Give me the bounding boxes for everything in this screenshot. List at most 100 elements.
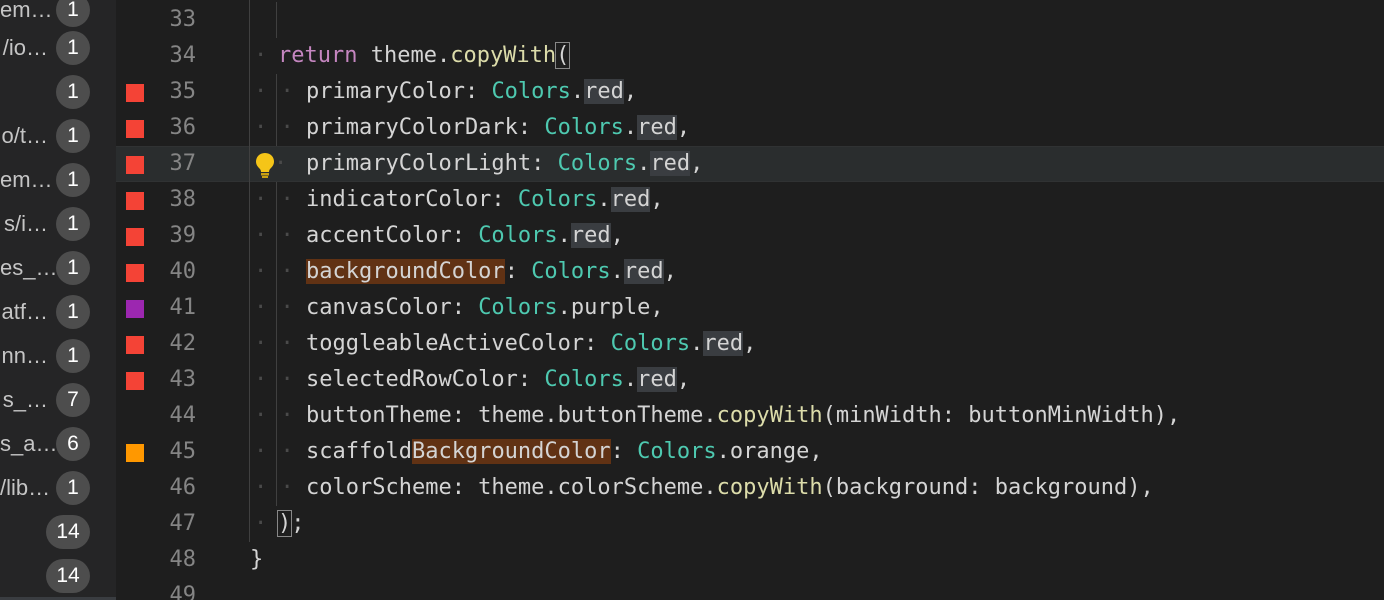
code-class: Colors (517, 187, 598, 212)
list-item[interactable]: es_… 1 (0, 246, 116, 290)
code-class: Colors (491, 79, 571, 104)
code-line[interactable]: 47 · ); (116, 506, 1384, 542)
code-comma: , (650, 295, 664, 320)
code-member: purple (570, 295, 651, 320)
code-line[interactable]: 44 · · buttonTheme: theme.buttonTheme.co… (116, 398, 1384, 434)
code-line[interactable]: 43 · · selectedRowColor: Colors.red, (116, 362, 1384, 398)
whitespace-dots: · · (254, 187, 307, 212)
code-property: primaryColorDark: (306, 115, 545, 140)
code-line[interactable]: 48 } (116, 542, 1384, 578)
problem-count-badge: 1 (56, 119, 90, 153)
line-number: 40 (169, 259, 197, 284)
code-editor[interactable]: 33 34 · return theme.copyWith( 35 · · pr… (116, 0, 1384, 600)
code-class: Colors (478, 295, 558, 320)
code-text: toggleableActiveColor: Colors.red, (306, 326, 756, 362)
whitespace-dots: · · (254, 223, 307, 248)
list-item[interactable]: 14 (0, 510, 116, 554)
code-dot: . (557, 223, 571, 248)
problem-count-badge: 1 (56, 251, 90, 285)
whitespace-dots: · (254, 511, 281, 536)
code-line[interactable]: 49 (116, 578, 1384, 600)
line-number: 46 (169, 475, 197, 500)
code-line[interactable]: 34 · return theme.copyWith( (116, 38, 1384, 74)
whitespace-dots: · (274, 151, 301, 176)
code-class: Colors (478, 223, 558, 248)
line-number: 39 (169, 223, 197, 248)
code-text: accentColor: Colors.red, (306, 218, 624, 254)
file-name (0, 70, 48, 114)
code-class: Colors (544, 367, 624, 392)
list-item[interactable]: s_… 7 (0, 378, 116, 422)
code-class: Colors (557, 151, 638, 176)
list-item[interactable]: 14 (0, 554, 116, 598)
code-line[interactable]: 42 · · toggleableActiveColor: Colors.red… (116, 326, 1384, 362)
code-dot: . (570, 79, 585, 104)
code-line[interactable]: 36 · · primaryColorDark: Colors.red, (116, 110, 1384, 146)
whitespace-dots: · · (254, 115, 307, 140)
code-dot: . (637, 151, 651, 176)
problem-count-badge: 1 (56, 163, 90, 197)
problem-count-badge: 1 (56, 0, 90, 27)
code-word-highlight: red (703, 331, 744, 356)
list-item[interactable]: atf… 1 (0, 290, 116, 334)
line-number: 44 (169, 403, 197, 428)
file-name: nn… (1, 343, 48, 368)
file-name (0, 510, 48, 554)
list-item[interactable]: s_a… 6 (0, 422, 116, 466)
whitespace-dots: · (254, 43, 281, 68)
code-comma: , (623, 79, 638, 104)
problem-count-badge: 14 (46, 515, 90, 549)
line-number: 37 (169, 151, 197, 176)
code-comma: , (676, 367, 691, 392)
line-number: 48 (169, 547, 197, 572)
line-number: 41 (169, 295, 197, 320)
problem-count-badge: 7 (56, 383, 90, 417)
code-word-highlight: red (570, 223, 611, 248)
code-word-highlight: red (584, 79, 624, 104)
code-colon: : (610, 439, 638, 464)
code-dot: . (557, 295, 571, 320)
code-line-current[interactable]: 37 · primaryColorLight: Colors.red, (116, 146, 1384, 182)
file-name: s_a… (0, 431, 58, 456)
code-line[interactable]: 45 · · scaffoldBackgroundColor: Colors.o… (116, 434, 1384, 470)
whitespace-dots: · · (254, 331, 307, 356)
whitespace-dots: · · (254, 259, 307, 284)
bracket-match: ) (276, 510, 293, 537)
code-property: primaryColorLight: (306, 151, 558, 176)
code-line[interactable]: 35 · · primaryColor: Colors.red, (116, 74, 1384, 110)
code-class: Colors (637, 439, 717, 464)
code-text: return theme.copyWith( (278, 38, 571, 74)
list-item[interactable]: em… 1 (0, 158, 116, 202)
code-line[interactable]: 46 · · colorScheme: theme.colorScheme.co… (116, 470, 1384, 506)
line-number: 38 (169, 187, 197, 212)
code-line[interactable]: 39 · · accentColor: Colors.red, (116, 218, 1384, 254)
code-comma: , (676, 115, 691, 140)
code-property: canvasColor: (306, 295, 479, 320)
code-text: } (250, 547, 264, 572)
list-item[interactable]: o/t… 1 (0, 114, 116, 158)
whitespace-dots: · · (254, 295, 307, 320)
list-item[interactable]: nn… 1 (0, 334, 116, 378)
code-property: accentColor: (306, 223, 479, 248)
code-comma: , (743, 331, 757, 356)
code-line[interactable]: 41 · · canvasColor: Colors.purple, (116, 290, 1384, 326)
problem-count-badge: 1 (56, 31, 90, 65)
line-number: 34 (169, 43, 197, 68)
explorer-sidebar: em… 1 /io… 1 1 o/t… 1 em… 1 s/i… 1 es_… … (0, 0, 116, 600)
code-member: orange (729, 439, 810, 464)
line-number: 33 (169, 7, 197, 32)
list-item[interactable]: /lib… 1 (0, 466, 116, 510)
list-item[interactable]: /io… 1 (0, 26, 116, 70)
code-line[interactable]: 38 · · indicatorColor: Colors.red, (116, 182, 1384, 218)
code-text: primaryColorDark: Colors.red, (306, 110, 690, 146)
code-args: (minWidth: buttonMinWidth), (822, 403, 1181, 428)
line-number: 43 (169, 367, 197, 392)
problem-count-badge: 14 (46, 559, 90, 593)
code-line[interactable]: 33 (116, 2, 1384, 38)
file-name: s_… (2, 387, 48, 412)
list-item[interactable]: 1 (0, 70, 116, 114)
code-line[interactable]: 40 · · backgroundColor: Colors.red, (116, 254, 1384, 290)
lightbulb-icon[interactable] (254, 151, 276, 179)
list-item[interactable]: s/i… 1 (0, 202, 116, 246)
file-name: atf… (1, 299, 48, 324)
